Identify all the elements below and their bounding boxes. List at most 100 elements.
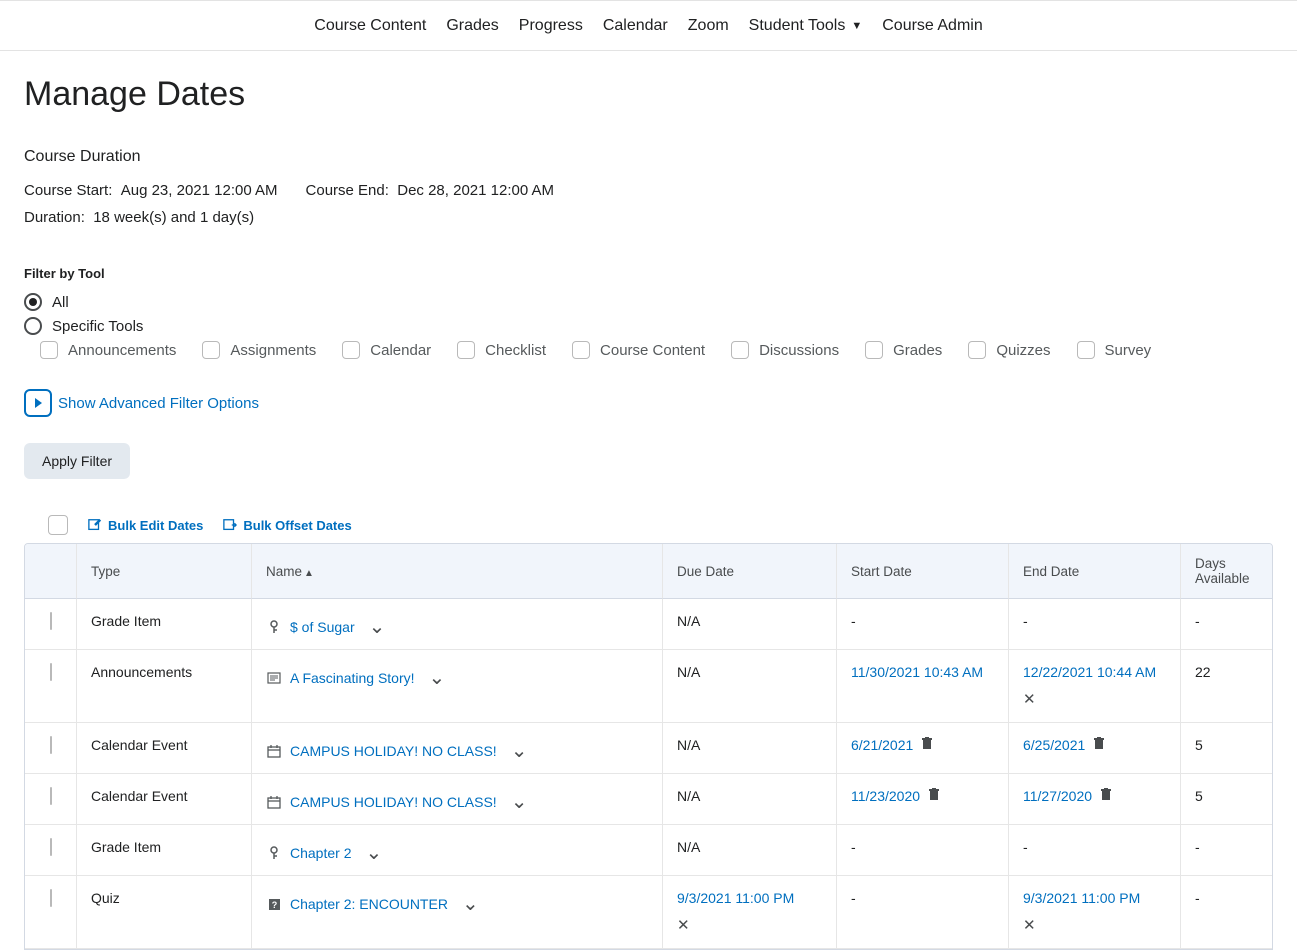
chevron-down-icon[interactable]: ⌄ bbox=[429, 673, 446, 683]
days-cell: - bbox=[1181, 599, 1272, 650]
col-days-header[interactable]: Days Available bbox=[1181, 544, 1272, 599]
trash-icon[interactable] bbox=[1093, 737, 1105, 753]
row-checkbox[interactable] bbox=[50, 889, 52, 907]
tool-check-announcements[interactable]: Announcements bbox=[40, 341, 176, 359]
svg-text:?: ? bbox=[271, 900, 277, 910]
tool-check-quizzes[interactable]: Quizzes bbox=[968, 341, 1050, 359]
expand-advanced-filter-icon[interactable] bbox=[24, 389, 52, 417]
start-cell: 11/23/2020 bbox=[837, 774, 1009, 825]
due-date-link[interactable]: 9/3/2021 11:00 PM bbox=[677, 890, 794, 906]
course-end: Course End: Dec 28, 2021 12:00 AM bbox=[306, 182, 555, 199]
apply-filter-button[interactable]: Apply Filter bbox=[24, 443, 130, 479]
checkbox[interactable] bbox=[342, 341, 360, 359]
days-cell: - bbox=[1181, 876, 1272, 949]
chevron-down-icon[interactable]: ⌄ bbox=[462, 899, 479, 909]
col-name-header[interactable]: Name▲ bbox=[252, 544, 663, 599]
radio-specific[interactable] bbox=[24, 317, 42, 335]
end-date-link[interactable]: 6/25/2021 bbox=[1023, 737, 1085, 753]
end-cell: 6/25/2021 bbox=[1009, 723, 1181, 774]
close-icon[interactable]: ✕ bbox=[1023, 690, 1166, 708]
start-cell: - bbox=[837, 825, 1009, 876]
checkbox[interactable] bbox=[865, 341, 883, 359]
advanced-filter-link[interactable]: Show Advanced Filter Options bbox=[58, 395, 259, 412]
days-cell: - bbox=[1181, 825, 1272, 876]
checkbox[interactable] bbox=[968, 341, 986, 359]
tool-check-survey[interactable]: Survey bbox=[1077, 341, 1152, 359]
checkbox[interactable] bbox=[40, 341, 58, 359]
nav-progress[interactable]: Progress bbox=[519, 17, 583, 35]
calendar-edit-icon bbox=[88, 518, 102, 532]
chevron-down-icon[interactable]: ⌄ bbox=[511, 797, 528, 807]
end-date-link[interactable]: 11/27/2020 bbox=[1023, 788, 1092, 804]
nav-student-tools[interactable]: Student Tools ▼ bbox=[749, 17, 863, 35]
checkbox[interactable] bbox=[1077, 341, 1095, 359]
main-navbar: Course Content Grades Progress Calendar Zoom… bbox=[0, 1, 1297, 51]
item-name-link[interactable]: Chapter 2: ENCOUNTER bbox=[290, 896, 448, 912]
tool-check-calendar[interactable]: Calendar bbox=[342, 341, 431, 359]
checkbox[interactable] bbox=[572, 341, 590, 359]
col-due-header[interactable]: Due Date bbox=[663, 544, 837, 599]
nav-course-admin[interactable]: Course Admin bbox=[882, 17, 983, 35]
row-checkbox[interactable] bbox=[50, 612, 52, 630]
filter-radio-all[interactable]: All bbox=[24, 293, 1273, 311]
tool-check-course-content[interactable]: Course Content bbox=[572, 341, 705, 359]
type-cell: Calendar Event bbox=[77, 723, 252, 774]
due-cell: N/A bbox=[663, 723, 837, 774]
start-date-link[interactable]: 6/21/2021 bbox=[851, 737, 913, 753]
trash-icon[interactable] bbox=[921, 737, 933, 753]
bulk-edit-dates-link[interactable]: Bulk Edit Dates bbox=[88, 518, 203, 533]
tool-check-grades[interactable]: Grades bbox=[865, 341, 942, 359]
select-all-checkbox[interactable] bbox=[48, 515, 68, 535]
tool-check-discussions[interactable]: Discussions bbox=[731, 341, 839, 359]
chevron-down-icon[interactable]: ⌄ bbox=[369, 622, 386, 632]
item-name-link[interactable]: $ of Sugar bbox=[290, 619, 355, 635]
end-date-link[interactable]: 9/3/2021 11:00 PM bbox=[1023, 890, 1140, 906]
filter-radio-specific[interactable]: Specific Tools bbox=[24, 317, 1273, 335]
col-type-header[interactable]: Type bbox=[77, 544, 252, 599]
checkbox[interactable] bbox=[731, 341, 749, 359]
key-icon bbox=[266, 846, 282, 860]
close-icon[interactable]: ✕ bbox=[1023, 916, 1166, 934]
row-checkbox[interactable] bbox=[50, 838, 52, 856]
tool-check-checklist[interactable]: Checklist bbox=[457, 341, 546, 359]
checkbox[interactable] bbox=[457, 341, 475, 359]
end-cell: - bbox=[1009, 825, 1181, 876]
start-date-link[interactable]: 11/23/2020 bbox=[851, 788, 920, 804]
chevron-down-icon[interactable]: ⌄ bbox=[365, 848, 382, 858]
page-title: Manage Dates bbox=[24, 75, 1273, 114]
tool-check-assignments[interactable]: Assignments bbox=[202, 341, 316, 359]
item-name-link[interactable]: Chapter 2 bbox=[290, 845, 351, 861]
nav-grades[interactable]: Grades bbox=[446, 17, 498, 35]
start-cell: - bbox=[837, 599, 1009, 650]
end-cell: 12/22/2021 10:44 AM ✕ bbox=[1009, 650, 1181, 723]
end-date-link[interactable]: 12/22/2021 10:44 AM bbox=[1023, 664, 1156, 680]
row-checkbox[interactable] bbox=[50, 787, 52, 805]
col-end-header[interactable]: End Date bbox=[1009, 544, 1181, 599]
checkbox[interactable] bbox=[202, 341, 220, 359]
col-start-header[interactable]: Start Date bbox=[837, 544, 1009, 599]
table-row: Grade Item$ of Sugar⌄N/A--- bbox=[25, 599, 1272, 650]
nav-course-content[interactable]: Course Content bbox=[314, 17, 426, 35]
course-duration-heading: Course Duration bbox=[24, 148, 1273, 166]
chevron-down-icon[interactable]: ⌄ bbox=[511, 746, 528, 756]
trash-icon[interactable] bbox=[928, 788, 940, 804]
item-name-link[interactable]: CAMPUS HOLIDAY! NO CLASS! bbox=[290, 794, 497, 810]
table-row: Grade ItemChapter 2⌄N/A--- bbox=[25, 825, 1272, 876]
row-checkbox[interactable] bbox=[50, 663, 52, 681]
filter-by-tool-heading: Filter by Tool bbox=[24, 266, 1273, 281]
trash-icon[interactable] bbox=[1100, 788, 1112, 804]
nav-zoom[interactable]: Zoom bbox=[688, 17, 729, 35]
item-name-link[interactable]: CAMPUS HOLIDAY! NO CLASS! bbox=[290, 743, 497, 759]
radio-all[interactable] bbox=[24, 293, 42, 311]
table-row: Calendar Event CAMPUS HOLIDAY! NO CLASS! ⌄… bbox=[25, 723, 1272, 774]
type-cell: Announcements bbox=[77, 650, 252, 723]
type-cell: Grade Item bbox=[77, 825, 252, 876]
bulk-offset-dates-link[interactable]: Bulk Offset Dates bbox=[223, 518, 351, 533]
close-icon[interactable]: ✕ bbox=[677, 916, 822, 934]
key-icon bbox=[266, 620, 282, 634]
nav-calendar[interactable]: Calendar bbox=[603, 17, 668, 35]
start-date-link[interactable]: 11/30/2021 10:43 AM bbox=[851, 664, 983, 680]
item-name-link[interactable]: A Fascinating Story! bbox=[290, 670, 415, 686]
row-checkbox[interactable] bbox=[50, 736, 52, 754]
days-cell: 5 bbox=[1181, 774, 1272, 825]
